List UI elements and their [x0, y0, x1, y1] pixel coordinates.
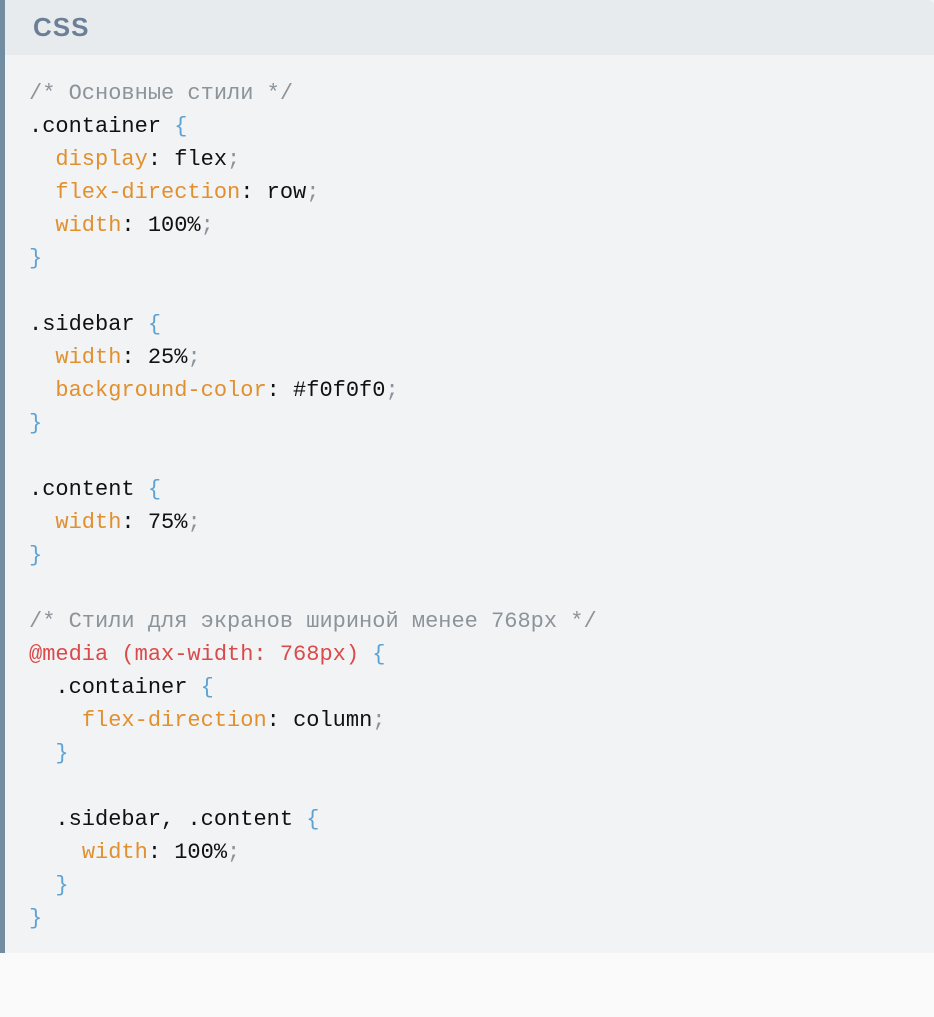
selector: .container: [55, 675, 200, 700]
property: width: [55, 345, 121, 370]
brace-open: {: [148, 477, 161, 502]
value: row: [267, 180, 307, 205]
brace-open: {: [201, 675, 214, 700]
language-label: CSS: [33, 12, 89, 42]
value: column: [293, 708, 372, 733]
selector: .sidebar: [29, 312, 148, 337]
property: flex-direction: [82, 708, 267, 733]
brace-close: }: [55, 741, 68, 766]
selector: .container: [29, 114, 174, 139]
code-block: CSS /* Основные стили */ .container { di…: [0, 0, 934, 953]
property: width: [82, 840, 148, 865]
brace-close: }: [29, 543, 42, 568]
semicolon: ;: [227, 147, 240, 172]
property: width: [55, 510, 121, 535]
colon: :: [121, 510, 147, 535]
media-query: @media (max-width: 768px): [29, 642, 372, 667]
value: 75%: [148, 510, 188, 535]
brace-open: {: [148, 312, 161, 337]
semicolon: ;: [201, 213, 214, 238]
colon: :: [240, 180, 266, 205]
colon: :: [148, 147, 174, 172]
colon: :: [148, 840, 174, 865]
selector: .content: [187, 807, 306, 832]
value: flex: [174, 147, 227, 172]
semicolon: ;: [187, 510, 200, 535]
comma: ,: [161, 807, 187, 832]
value: #f0f0f0: [293, 378, 385, 403]
semicolon: ;: [372, 708, 385, 733]
colon: :: [121, 345, 147, 370]
semicolon: ;: [306, 180, 319, 205]
brace-close: }: [29, 906, 42, 931]
brace-open: {: [174, 114, 187, 139]
comment: /* Стили для экранов шириной менее 768px…: [29, 609, 597, 634]
semicolon: ;: [187, 345, 200, 370]
brace-close: }: [29, 411, 42, 436]
semicolon: ;: [227, 840, 240, 865]
value: 25%: [148, 345, 188, 370]
property: width: [55, 213, 121, 238]
comment: /* Основные стили */: [29, 81, 293, 106]
property: display: [55, 147, 147, 172]
code-body[interactable]: /* Основные стили */ .container { displa…: [5, 55, 934, 953]
brace-close: }: [29, 246, 42, 271]
selector: .sidebar: [55, 807, 161, 832]
colon: :: [121, 213, 147, 238]
colon: :: [267, 708, 293, 733]
property: background-color: [55, 378, 266, 403]
code-header: CSS: [5, 0, 934, 55]
brace-open: {: [306, 807, 319, 832]
selector: .content: [29, 477, 148, 502]
value: 100%: [148, 213, 201, 238]
colon: :: [267, 378, 293, 403]
semicolon: ;: [385, 378, 398, 403]
value: 100%: [174, 840, 227, 865]
brace-open: {: [372, 642, 385, 667]
property: flex-direction: [55, 180, 240, 205]
brace-close: }: [55, 873, 68, 898]
